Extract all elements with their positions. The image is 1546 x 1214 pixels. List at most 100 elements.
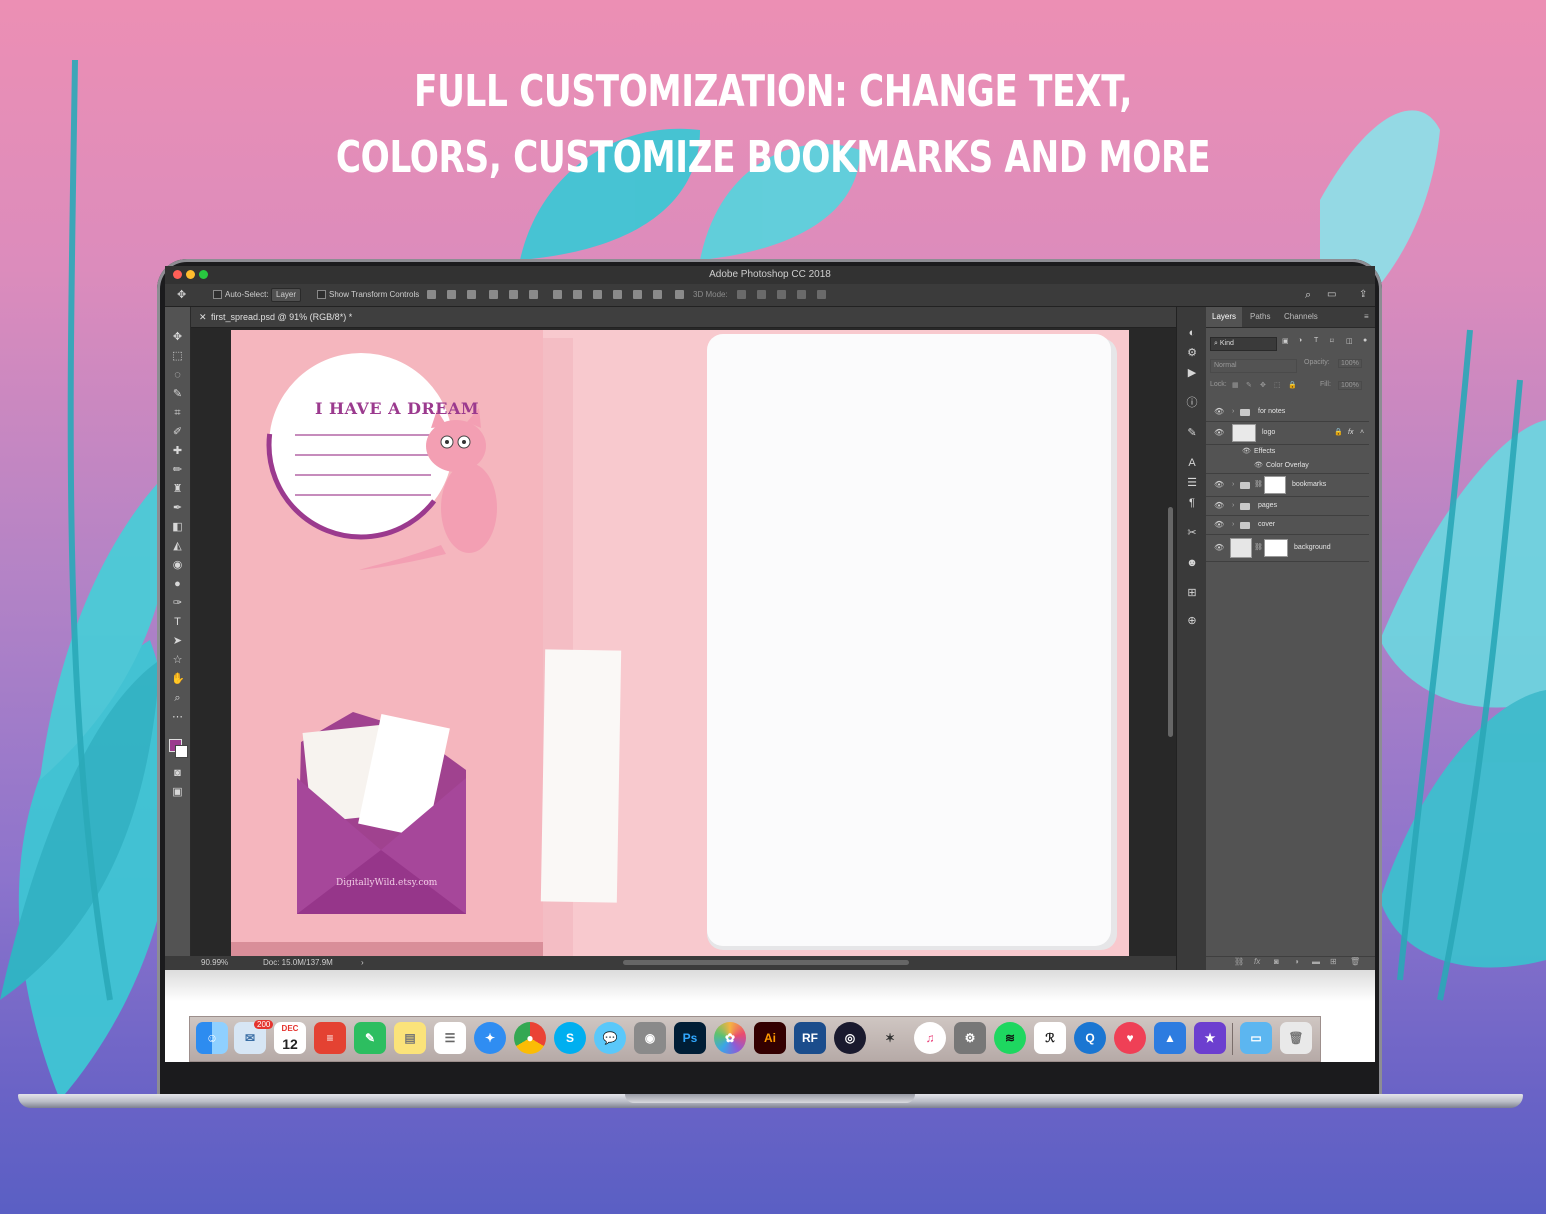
- layer-color-overlay[interactable]: 👁 Color Overlay: [1206, 459, 1369, 474]
- messages-icon[interactable]: 💬: [594, 1022, 626, 1054]
- pdf-reader-icon[interactable]: ℛ: [1034, 1022, 1066, 1054]
- todoist-icon[interactable]: ≡: [314, 1022, 346, 1054]
- add-style-icon[interactable]: fx: [1254, 957, 1260, 966]
- tool-presets-icon[interactable]: ✂: [1186, 527, 1198, 539]
- imovie-icon[interactable]: ★: [1194, 1022, 1226, 1054]
- calendar-icon[interactable]: DEC 12: [274, 1022, 306, 1054]
- color-overlay-eye-icon[interactable]: 👁: [1254, 459, 1263, 473]
- swatches-panel-icon[interactable]: ☻: [1186, 557, 1198, 569]
- new-adjustment-icon[interactable]: ◑: [1294, 957, 1299, 966]
- visibility-eye-icon[interactable]: 👁: [1214, 422, 1224, 444]
- illustrator-icon[interactable]: Ai: [754, 1022, 786, 1054]
- pen-icon[interactable]: ✑: [171, 597, 184, 610]
- photos-icon[interactable]: ✿: [714, 1022, 746, 1054]
- visibility-eye-icon[interactable]: 👁: [1214, 535, 1224, 561]
- align-right-icon[interactable]: [467, 290, 476, 299]
- align-bottom-icon[interactable]: [529, 290, 538, 299]
- lock-position-icon[interactable]: ✥: [1260, 381, 1266, 389]
- panel-menu-icon[interactable]: ≡: [1364, 307, 1369, 327]
- layer-bookmarks[interactable]: 👁 › ⛓ bookmarks: [1206, 474, 1369, 497]
- info-panel-icon[interactable]: ⓘ: [1186, 397, 1198, 409]
- quick-select-icon[interactable]: ✎: [171, 388, 184, 401]
- lock-all-icon[interactable]: 🔒: [1288, 381, 1297, 389]
- properties-panel-icon[interactable]: ☰: [1186, 477, 1198, 489]
- evernote-icon[interactable]: ✎: [354, 1022, 386, 1054]
- expand-chevron-icon[interactable]: ›: [1232, 497, 1234, 515]
- dodge-icon[interactable]: ●: [171, 578, 184, 591]
- drag-3d-icon[interactable]: [777, 290, 786, 299]
- align-middle-icon[interactable]: [509, 290, 518, 299]
- align-left-icon[interactable]: [427, 290, 436, 299]
- status-arrow-icon[interactable]: ›: [361, 956, 364, 970]
- eyedropper-icon[interactable]: ✐: [171, 426, 184, 439]
- photoshop-icon[interactable]: Ps: [674, 1022, 706, 1054]
- expand-chevron-icon[interactable]: ›: [1232, 474, 1234, 496]
- align-center-icon[interactable]: [447, 290, 456, 299]
- expand-chevron-icon[interactable]: ›: [1232, 516, 1234, 534]
- slide-3d-icon[interactable]: [797, 290, 806, 299]
- quicktime-icon[interactable]: Q: [1074, 1022, 1106, 1054]
- marquee-icon[interactable]: ⬚: [171, 350, 184, 363]
- keynote-icon[interactable]: ▲: [1154, 1022, 1186, 1054]
- blend-mode-dropdown[interactable]: Normal: [1210, 359, 1297, 373]
- layer-pages[interactable]: 👁 › pages: [1206, 497, 1369, 516]
- reminders-icon[interactable]: ☰: [434, 1022, 466, 1054]
- color-panel-icon[interactable]: ◐: [1186, 327, 1198, 339]
- move-tool-icon[interactable]: ✥: [177, 284, 186, 306]
- stamp-icon[interactable]: ♜: [171, 483, 184, 496]
- canvas[interactable]: I HAVE A DREAM DigitallyWild.etsy.com: [231, 330, 1129, 956]
- align-top-icon[interactable]: [489, 290, 498, 299]
- safari-icon[interactable]: ✦: [474, 1022, 506, 1054]
- character-panel-icon[interactable]: A: [1186, 457, 1198, 469]
- search-icon[interactable]: ⌕: [1305, 284, 1311, 306]
- auto-select-checkbox[interactable]: Auto-Select:: [213, 284, 269, 306]
- lock-artboard-icon[interactable]: ⬚: [1274, 381, 1281, 389]
- expand-chevron-icon[interactable]: ›: [1232, 403, 1234, 421]
- healing-brush-icon[interactable]: ✚: [171, 445, 184, 458]
- lasso-icon[interactable]: ◌: [171, 369, 184, 382]
- lock-paint-icon[interactable]: ✎: [1246, 381, 1252, 389]
- collapse-effects-icon[interactable]: ˄: [1360, 422, 1364, 444]
- shape-icon[interactable]: ☆: [171, 654, 184, 667]
- visibility-eye-icon[interactable]: 👁: [1214, 403, 1224, 421]
- auto-select-dropdown[interactable]: Layer: [271, 284, 302, 306]
- opacity-input[interactable]: 100%: [1338, 359, 1362, 368]
- distribute-bottom-icon[interactable]: [593, 290, 602, 299]
- pocket-icon[interactable]: ♥: [1114, 1022, 1146, 1054]
- close-window-button[interactable]: [173, 270, 182, 279]
- finder-icon[interactable]: ☺: [196, 1022, 228, 1054]
- move-icon[interactable]: ✥: [171, 331, 184, 344]
- filter-type-icon[interactable]: T: [1314, 337, 1318, 344]
- zoom-level[interactable]: 90.99%: [201, 956, 228, 970]
- roll-3d-icon[interactable]: [757, 290, 766, 299]
- auto-align-icon[interactable]: [675, 290, 684, 299]
- crop-icon[interactable]: ⌗: [171, 407, 184, 420]
- vertical-scrollbar[interactable]: [1168, 507, 1173, 737]
- actions-panel-icon[interactable]: ▶: [1186, 367, 1198, 379]
- orbit-3d-icon[interactable]: [737, 290, 746, 299]
- itunes-icon[interactable]: ♫: [914, 1022, 946, 1054]
- screenshot-icon[interactable]: ◉: [634, 1022, 666, 1054]
- grid-panel-icon[interactable]: ⊞: [1186, 587, 1198, 599]
- hand-icon[interactable]: ✋: [171, 673, 185, 686]
- layer-logo[interactable]: 👁 logo 🔒 fx ˄: [1206, 422, 1369, 445]
- zbrush-icon[interactable]: ✶: [874, 1022, 906, 1054]
- visibility-eye-icon[interactable]: 👁: [1214, 516, 1224, 534]
- new-layer-icon[interactable]: ⊞: [1330, 957, 1337, 966]
- workspace-icon[interactable]: ▭: [1327, 284, 1336, 306]
- share-icon[interactable]: ⇪: [1359, 284, 1367, 306]
- effects-eye-icon[interactable]: 👁: [1242, 445, 1251, 458]
- distribute-center-icon[interactable]: [633, 290, 642, 299]
- paint-bucket-icon[interactable]: ◭: [171, 540, 184, 553]
- filter-shape-icon[interactable]: ⌑: [1330, 337, 1334, 345]
- new-group-icon[interactable]: ▬: [1312, 957, 1320, 966]
- distribute-left-icon[interactable]: [613, 290, 622, 299]
- quick-mask-icon[interactable]: ◙: [171, 767, 184, 780]
- visibility-eye-icon[interactable]: 👁: [1214, 497, 1224, 515]
- visibility-eye-icon[interactable]: 👁: [1214, 474, 1224, 496]
- background-color-swatch[interactable]: [175, 745, 188, 758]
- filter-pixel-icon[interactable]: ▣: [1282, 337, 1289, 345]
- filter-smart-icon[interactable]: ◫: [1346, 337, 1353, 345]
- layer-for-notes[interactable]: 👁 › for notes: [1206, 403, 1369, 422]
- path-select-icon[interactable]: ➤: [171, 635, 184, 648]
